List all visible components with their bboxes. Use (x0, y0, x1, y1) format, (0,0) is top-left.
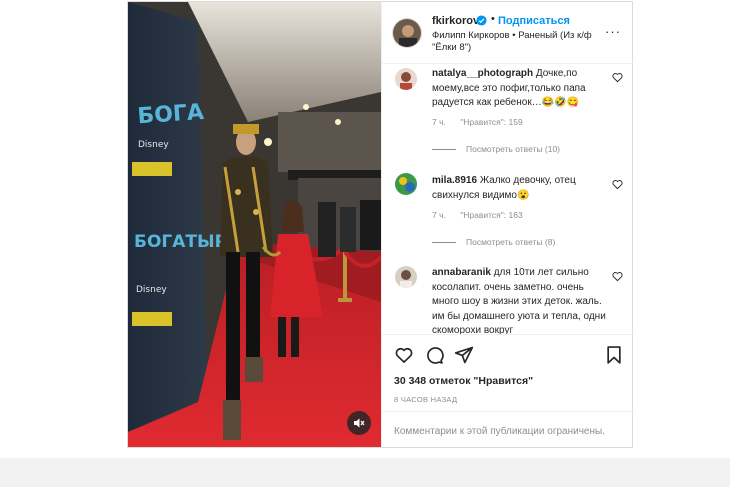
comment-age: 7 ч. (432, 117, 446, 127)
comment-likes-count[interactable]: "Нравится": 163 (460, 210, 522, 220)
comments-limited-notice: Комментарии к этой публикации ограничены… (394, 426, 605, 437)
verified-badge-icon (476, 15, 487, 26)
comment-icon[interactable] (424, 345, 444, 365)
view-replies-label: Посмотреть ответы (10) (466, 144, 560, 154)
post-header: fkirkorov • Подписаться Филипп Киркоров … (382, 2, 633, 64)
separator-dot: • (491, 13, 495, 25)
speaker-muted-icon (354, 418, 365, 428)
svg-text:Disney: Disney (136, 285, 167, 295)
commenter-avatar[interactable] (395, 68, 417, 90)
commenter-avatar[interactable] (395, 173, 417, 195)
post-side-panel: fkirkorov • Подписаться Филипп Киркоров … (381, 2, 633, 447)
bookmark-icon[interactable] (604, 345, 624, 365)
share-icon[interactable] (454, 345, 474, 365)
follow-button[interactable]: Подписаться (498, 15, 570, 27)
comment-text: natalya__photograph Дочке,по моему,все э… (432, 67, 607, 111)
post-timestamp[interactable]: 8 ЧАСОВ НАЗАД (394, 395, 457, 404)
commenter-avatar[interactable] (395, 266, 417, 288)
comment-like-heart-icon[interactable] (612, 72, 623, 83)
view-replies-button[interactable]: Посмотреть ответы (8) (432, 237, 555, 247)
author-avatar[interactable] (392, 18, 422, 48)
post-actions-bar (382, 334, 633, 376)
comment-username[interactable]: annabaranik (432, 267, 491, 278)
post-video[interactable]: БОГА БОГАТЫРЬ Disney Disney (128, 2, 381, 447)
comments-list[interactable]: natalya__photograph Дочке,по моему,все э… (382, 64, 633, 334)
comment-like-heart-icon[interactable] (612, 271, 623, 282)
view-replies-label: Посмотреть ответы (8) (466, 237, 556, 247)
video-frame-image: БОГА БОГАТЫРЬ Disney Disney (128, 2, 381, 447)
likes-count[interactable]: 30 348 отметок "Нравится" (394, 375, 533, 387)
replies-divider (432, 242, 456, 244)
comments-footer: Комментарии к этой публикации ограничены… (382, 411, 633, 447)
comment-text: annabaranik для 10ти лет сильно косолапи… (432, 266, 607, 334)
replies-divider (432, 149, 456, 151)
page-bottom-band (0, 458, 730, 487)
mute-button[interactable] (347, 411, 371, 435)
comment-username[interactable]: natalya__photograph (432, 68, 533, 79)
comment-meta: 7 ч. "Нравится": 163 (432, 210, 535, 220)
comment-likes-count[interactable]: "Нравится": 159 (460, 117, 522, 127)
comment-text: mila.8916 Жалко девочку, отец свихнулся … (432, 174, 607, 203)
more-options-icon[interactable]: ··· (605, 24, 621, 39)
comment-age: 7 ч. (432, 210, 446, 220)
comment-like-heart-icon[interactable] (612, 179, 623, 190)
author-username[interactable]: fkirkorov (432, 15, 479, 27)
instagram-post: БОГА БОГАТЫРЬ Disney Disney fkirkorov • … (127, 1, 633, 448)
comment-username[interactable]: mila.8916 (432, 175, 477, 186)
comment-meta: 7 ч. "Нравится": 159 (432, 117, 535, 127)
svg-text:БОГА: БОГА (137, 100, 205, 130)
heart-icon[interactable] (394, 345, 414, 365)
page: БОГА БОГАТЫРЬ Disney Disney fkirkorov • … (0, 0, 730, 487)
audio-track-info[interactable]: Филипп Киркоров • Раненый (Из к/ф "Ёлки … (432, 30, 602, 54)
view-replies-button[interactable]: Посмотреть ответы (10) (432, 144, 560, 154)
svg-text:Disney: Disney (138, 140, 169, 150)
